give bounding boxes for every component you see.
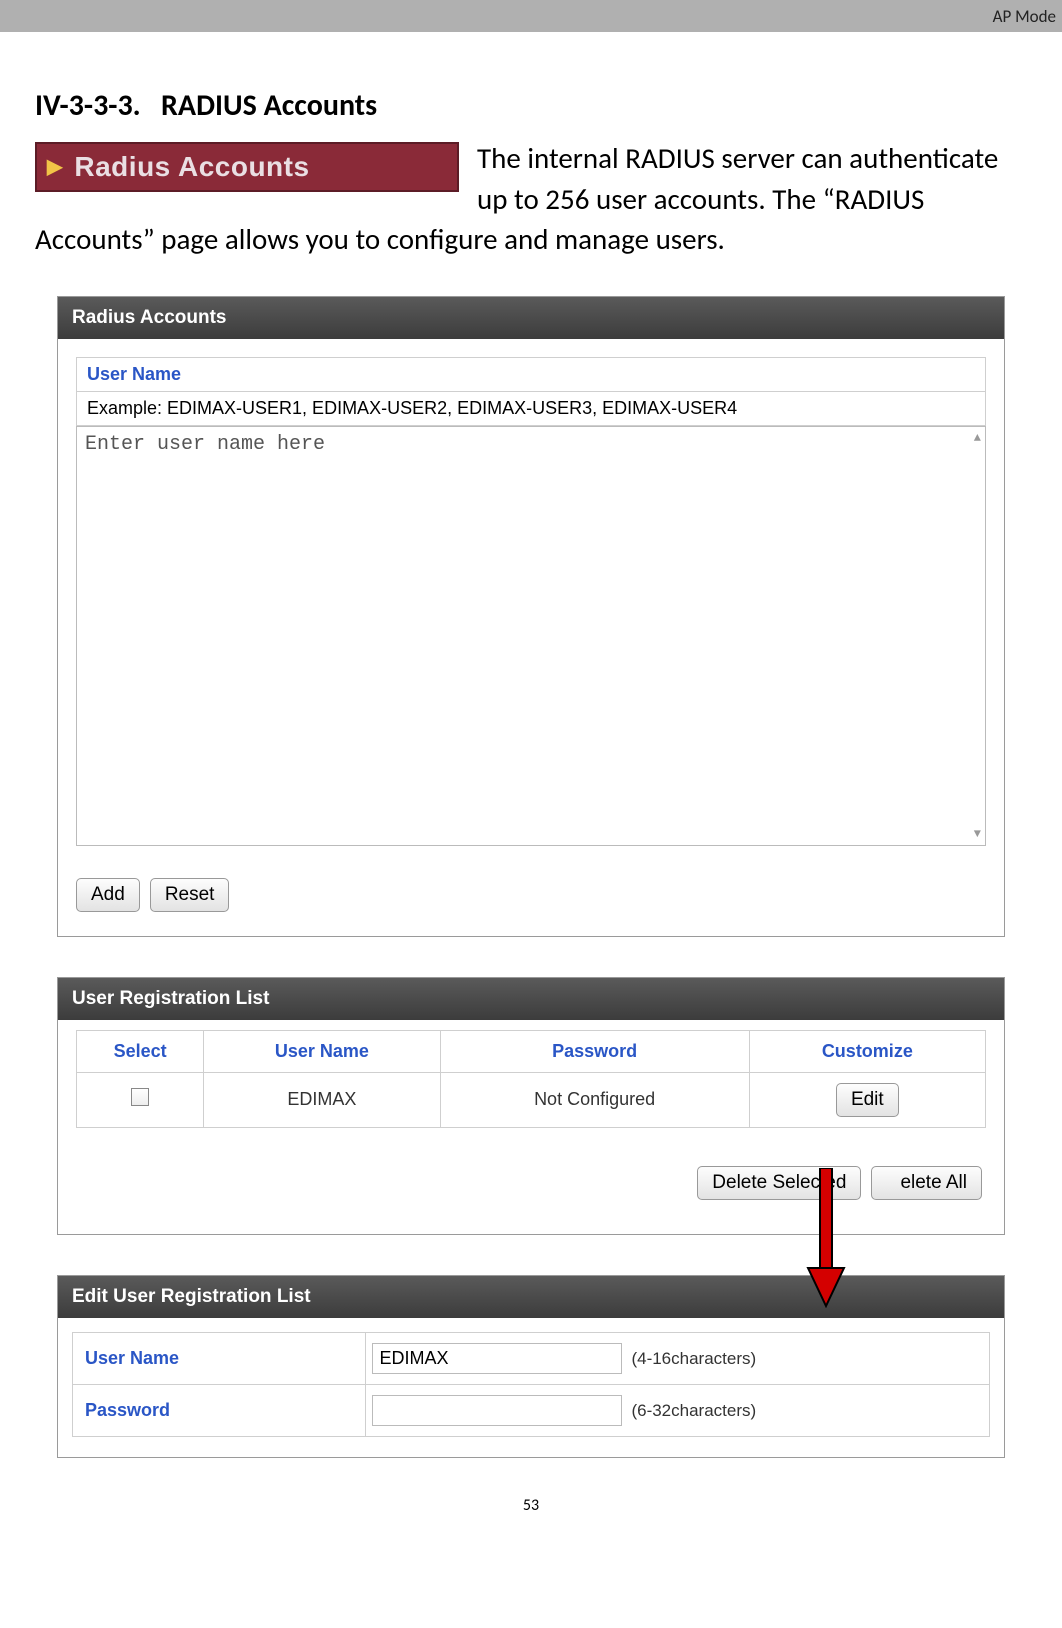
registration-table: Select User Name Password Customize EDIM… — [76, 1030, 986, 1128]
nav-chip-label: Radius Accounts — [74, 147, 309, 186]
delete-all-button[interactable]: elete All — [871, 1166, 982, 1200]
mode-label: AP Mode — [993, 6, 1056, 27]
edit-button[interactable]: Edit — [836, 1083, 899, 1117]
delete-selected-button[interactable]: Delete Selected — [697, 1166, 861, 1200]
col-customize: Customize — [749, 1030, 985, 1072]
edit-user-registration-panel: Edit User Registration List User Name (4… — [57, 1275, 1005, 1458]
user-name-textarea[interactable]: Enter user name here ▲ ▼ — [76, 426, 986, 846]
table-row: EDIMAX Not Configured Edit — [77, 1072, 986, 1127]
row-user: EDIMAX — [204, 1072, 440, 1127]
row-checkbox[interactable] — [131, 1088, 149, 1106]
row-password: Not Configured — [440, 1072, 749, 1127]
panel-title: Edit User Registration List — [58, 1276, 1004, 1318]
section-number: IV-3-3-3. — [35, 87, 141, 124]
section-heading: IV-3-3-3. RADIUS Accounts — [35, 87, 1027, 124]
user-name-label: User Name — [73, 1332, 366, 1384]
page-number: 53 — [0, 1488, 1062, 1525]
user-name-heading: User Name — [77, 357, 986, 391]
col-select: Select — [77, 1030, 204, 1072]
edit-form-table: User Name (4-16characters) Password (6-3… — [72, 1332, 990, 1437]
scroll-up-icon[interactable]: ▲ — [974, 431, 981, 445]
col-user: User Name — [204, 1030, 440, 1072]
user-registration-list-panel: User Registration List Select User Name … — [57, 977, 1005, 1235]
add-button[interactable]: Add — [76, 878, 140, 912]
section-title: RADIUS Accounts — [161, 87, 377, 124]
col-password: Password — [440, 1030, 749, 1072]
chevron-right-icon: ▶ — [47, 153, 62, 181]
example-text: Example: EDIMAX-USER1, EDIMAX-USER2, EDI… — [77, 391, 986, 425]
password-label: Password — [73, 1384, 366, 1436]
panel-title: User Registration List — [58, 978, 1004, 1020]
radius-accounts-nav-chip[interactable]: ▶ Radius Accounts — [35, 142, 459, 192]
panel-title: Radius Accounts — [58, 297, 1004, 339]
scroll-down-icon[interactable]: ▼ — [974, 827, 981, 841]
user-name-hint: (4-16characters) — [631, 1349, 756, 1368]
radius-accounts-panel: Radius Accounts User Name Example: EDIMA… — [57, 296, 1005, 937]
user-name-input[interactable] — [372, 1343, 622, 1374]
intro-paragraph: ▶ Radius Accounts The internal RADIUS se… — [35, 138, 1027, 260]
user-name-table: User Name Example: EDIMAX-USER1, EDIMAX-… — [76, 357, 986, 426]
password-input[interactable] — [372, 1395, 622, 1426]
textarea-placeholder: Enter user name here — [85, 433, 961, 456]
password-hint: (6-32characters) — [631, 1401, 756, 1420]
reset-button[interactable]: Reset — [150, 878, 230, 912]
top-bar: AP Mode — [0, 0, 1062, 32]
